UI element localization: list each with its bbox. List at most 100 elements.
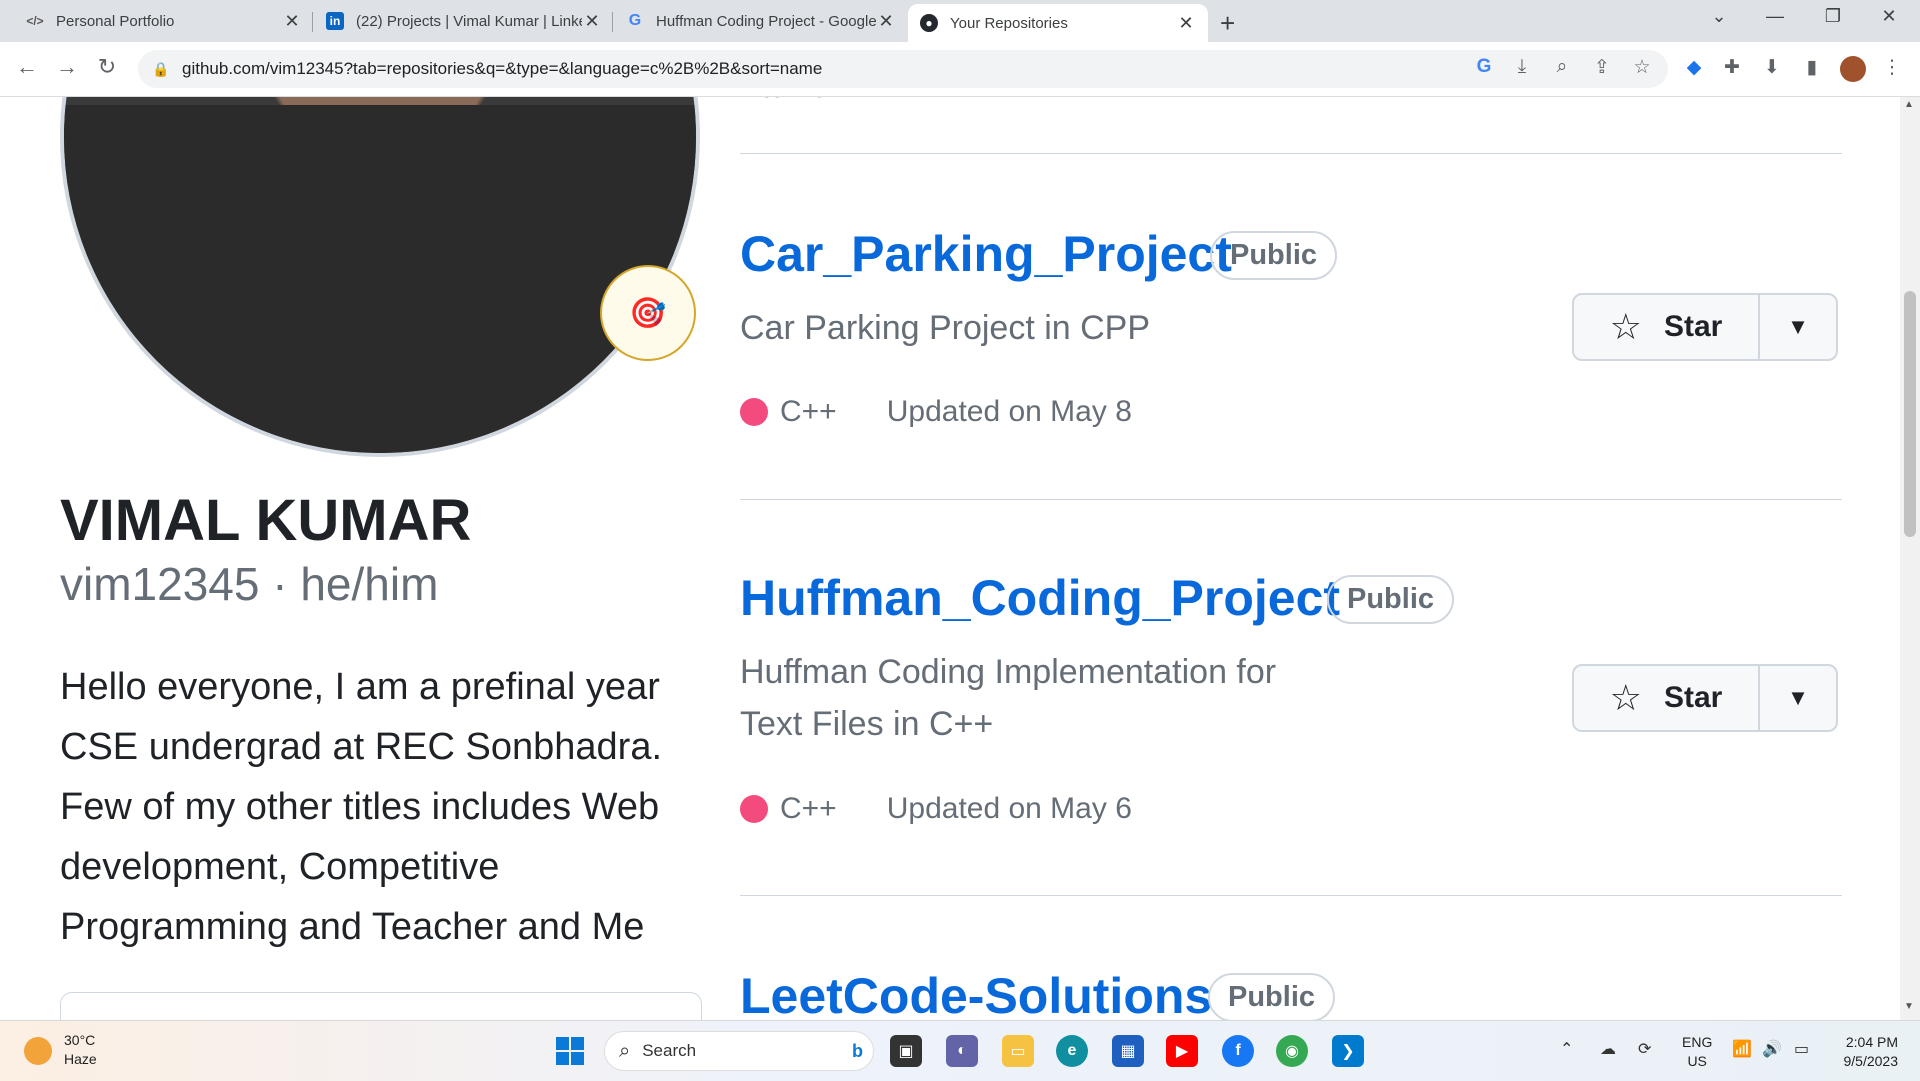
star-icon: ☆	[1609, 306, 1642, 347]
profile-login: vim12345 · he/him	[60, 558, 439, 610]
download-icon[interactable]: ⬇	[1758, 56, 1786, 79]
github-profile-page: 🎯 VIMAL KUMAR vim12345 · he/him Hello ev…	[0, 97, 1900, 1020]
tab-google-search[interactable]: G Huffman Coding Project - Google Search…	[614, 4, 908, 38]
visibility-badge: Public	[1327, 575, 1455, 624]
bookmark-star-icon[interactable]: ☆	[1628, 56, 1656, 79]
language-color-dot	[740, 398, 768, 426]
microsoft-store-icon[interactable]: ▦	[1112, 1035, 1144, 1067]
restore-icon[interactable]: ❐	[1810, 6, 1856, 27]
tray-chevron-up-icon[interactable]: ⌃	[1560, 1039, 1573, 1059]
bio-line: CSE undergrad at REC Sonbhadra.	[60, 726, 663, 768]
chrome-icon[interactable]: ◉	[1276, 1035, 1308, 1067]
forward-arrow-icon[interactable]: →	[52, 54, 82, 80]
youtube-icon[interactable]: ▶	[1166, 1035, 1198, 1067]
url-text[interactable]: github.com/vim12345?tab=repositories&q=&…	[182, 59, 822, 79]
bio-line: Few of my other titles includes Web	[60, 786, 660, 828]
zoom-icon[interactable]: ⌕	[1548, 56, 1576, 78]
tab-search-chevron-icon[interactable]: ⌄	[1696, 6, 1742, 27]
star-dropdown-caret-icon[interactable]: ▼	[1760, 666, 1836, 730]
address-bar[interactable]: 🔒 github.com/vim12345?tab=repositories&q…	[138, 50, 1668, 88]
star-button-main[interactable]: ☆ Star	[1574, 666, 1760, 730]
target-emoji-icon: 🎯	[629, 296, 667, 330]
partial-header-text: name	[740, 97, 829, 106]
visibility-badge: Public	[1210, 231, 1338, 280]
language-code: ENG	[1682, 1034, 1713, 1050]
star-dropdown-caret-icon[interactable]: ▼	[1760, 295, 1836, 359]
edge-browser-icon[interactable]: e	[1056, 1035, 1088, 1067]
battery-icon[interactable]: ▭	[1794, 1039, 1809, 1059]
search-placeholder: Search	[642, 1041, 697, 1060]
scroll-up-arrow-icon[interactable]: ▲	[1904, 99, 1914, 110]
page-scrollbar[interactable]: ▲ ▼	[1900, 97, 1920, 1020]
close-icon[interactable]: ✕	[582, 11, 602, 32]
weather-widget[interactable]: 30°C Haze	[64, 1031, 97, 1069]
tab-divider	[612, 12, 613, 32]
google-translate-icon[interactable]: G	[1470, 56, 1498, 78]
bio-line: Programming and Teacher and Me	[60, 906, 645, 948]
side-panel-icon[interactable]: ▮	[1798, 56, 1826, 79]
profile-avatar-icon[interactable]	[1840, 56, 1866, 82]
search-icon: ⌕	[619, 1039, 631, 1062]
tab-linkedin[interactable]: in (22) Projects | Vimal Kumar | LinkedI…	[314, 4, 614, 38]
puzzle-icon[interactable]: ✚	[1718, 56, 1746, 79]
task-view-icon[interactable]: ▣	[890, 1035, 922, 1067]
windows-start-icon[interactable]	[556, 1037, 584, 1065]
file-explorer-icon[interactable]: ▭	[1002, 1035, 1034, 1067]
menu-kebab-icon[interactable]: ⋮	[1878, 56, 1906, 79]
repo-meta: C++ Updated on May 8	[740, 395, 1132, 429]
repo-link-huffman[interactable]: Huffman_Coding_Project	[740, 569, 1340, 627]
repo-description: Car Parking Project in CPP	[740, 302, 1360, 354]
back-arrow-icon[interactable]: ←	[12, 54, 42, 80]
onedrive-cloud-icon[interactable]: ☁	[1600, 1039, 1616, 1059]
tab-title: Your Repositories	[950, 14, 1068, 32]
star-label: Star	[1663, 681, 1723, 714]
close-icon[interactable]: ✕	[1176, 13, 1196, 34]
new-tab-button[interactable]: +	[1220, 8, 1235, 39]
linkedin-icon: in	[326, 12, 344, 30]
repo-language: C++	[780, 395, 837, 428]
tab-title: Huffman Coding Project - Google Search	[656, 12, 876, 30]
profile-bio: Hello everyone, I am a prefinal year CSE…	[60, 657, 700, 957]
tab-your-repositories[interactable]: ● Your Repositories ✕	[908, 4, 1208, 42]
vscode-icon[interactable]: ❯	[1332, 1035, 1364, 1067]
star-button-main[interactable]: ☆ Star	[1574, 295, 1760, 359]
system-clock[interactable]: 2:04 PM 9/5/2023	[1834, 1033, 1899, 1071]
repo-updated: Updated on May 8	[886, 395, 1132, 428]
close-icon[interactable]: ✕	[282, 11, 302, 32]
tab-divider	[312, 12, 313, 32]
teams-chat-icon[interactable]: ◐	[946, 1035, 978, 1067]
bio-line: Hello everyone, I am a prefinal year	[60, 666, 660, 708]
star-button[interactable]: ☆ Star ▼	[1572, 293, 1838, 361]
avatar-shirt	[64, 105, 696, 453]
github-icon: ●	[920, 14, 938, 32]
reload-icon[interactable]: ↻	[92, 54, 122, 80]
window-close-icon[interactable]: ✕	[1866, 6, 1912, 27]
taskbar-search[interactable]: ⌕ Search b	[604, 1031, 874, 1071]
repo-link-car-parking[interactable]: Car_Parking_Project	[740, 225, 1232, 283]
install-icon[interactable]: ⤓	[1508, 56, 1536, 78]
weather-haze-icon[interactable]	[24, 1037, 52, 1065]
region-code: US	[1687, 1053, 1707, 1069]
repo-description-line: Car Parking Project in CPP	[740, 309, 1151, 347]
share-icon[interactable]: ⇪	[1588, 56, 1616, 79]
facebook-icon[interactable]: f	[1222, 1035, 1254, 1067]
star-button[interactable]: ☆ Star ▼	[1572, 664, 1838, 732]
sync-icon[interactable]: ⟳	[1638, 1039, 1651, 1059]
browser-toolbar: ← → ↻ 🔒 github.com/vim12345?tab=reposito…	[0, 42, 1920, 97]
close-icon[interactable]: ✕	[876, 11, 896, 32]
minimize-icon[interactable]: —	[1752, 6, 1798, 27]
repo-description: Huffman Coding Implementation for Text F…	[740, 646, 1360, 750]
extension-icon[interactable]: ◆	[1680, 56, 1708, 79]
profile-avatar	[60, 97, 700, 457]
scrollbar-thumb[interactable]	[1904, 291, 1916, 537]
status-emoji-button[interactable]: 🎯	[600, 265, 696, 361]
wifi-icon[interactable]: 📶	[1732, 1039, 1752, 1059]
profile-followers-box	[60, 992, 702, 1020]
bio-line: development, Competitive	[60, 846, 500, 888]
repo-language: C++	[780, 792, 837, 825]
tab-personal-portfolio[interactable]: </> Personal Portfolio ✕	[14, 4, 314, 38]
repo-link-leetcode[interactable]: LeetCode-Solutions	[740, 967, 1212, 1020]
scroll-down-arrow-icon[interactable]: ▼	[1904, 1001, 1914, 1012]
volume-icon[interactable]: 🔊	[1762, 1039, 1782, 1059]
input-language-indicator[interactable]: ENG US	[1682, 1033, 1712, 1071]
